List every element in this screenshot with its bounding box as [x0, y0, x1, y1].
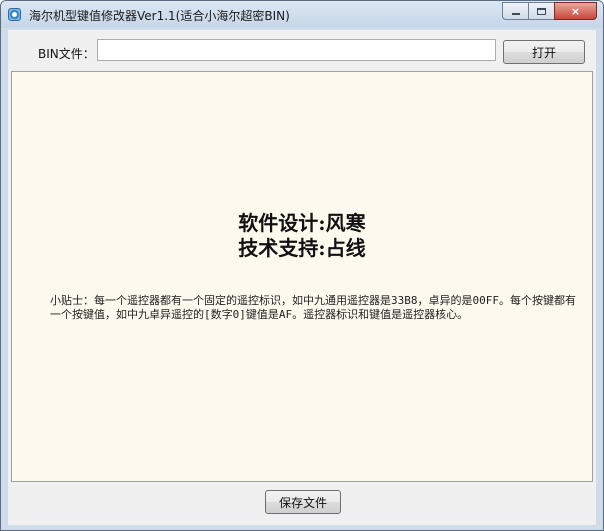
caption-buttons: × [502, 2, 597, 21]
info-panel: 软件设计:风寒 技术支持:占线 小贴士：每一个遥控器都有一个固定的遥控标识，如中… [11, 71, 593, 482]
credit-support: 技术支持:占线 [238, 236, 366, 260]
bin-file-path-input[interactable] [97, 39, 496, 61]
close-icon: × [570, 4, 581, 18]
maximize-icon [537, 7, 546, 15]
minimize-button[interactable] [502, 2, 528, 20]
title-bar[interactable]: 海尔机型键值修改器Ver1.1(适合小海尔超密BIN) × [1, 1, 603, 28]
credits: 软件设计:风寒 技术支持:占线 [12, 211, 592, 261]
app-window: 海尔机型键值修改器Ver1.1(适合小海尔超密BIN) × BIN文件： 打开 … [0, 0, 604, 531]
save-file-button-label: 保存文件 [278, 495, 327, 510]
client-area: BIN文件： 打开 软件设计:风寒 技术支持:占线 小贴士：每一个遥控器都有一个… [8, 30, 596, 525]
open-file-button-label: 打开 [531, 45, 556, 60]
save-file-button[interactable]: 保存文件 [265, 490, 341, 514]
window-title: 海尔机型键值修改器Ver1.1(适合小海尔超密BIN) [29, 9, 290, 23]
tip-text: 小贴士：每一个遥控器都有一个固定的遥控标识，如中九通用遥控器是33B8，卓异的是… [50, 294, 576, 321]
maximize-button[interactable] [528, 2, 554, 20]
credit-design: 软件设计:风寒 [238, 211, 366, 235]
minimize-icon [511, 13, 520, 15]
bin-file-label: BIN文件： [38, 47, 95, 61]
app-icon[interactable] [8, 8, 21, 21]
close-button[interactable]: × [554, 2, 597, 20]
open-file-button[interactable]: 打开 [503, 40, 585, 64]
